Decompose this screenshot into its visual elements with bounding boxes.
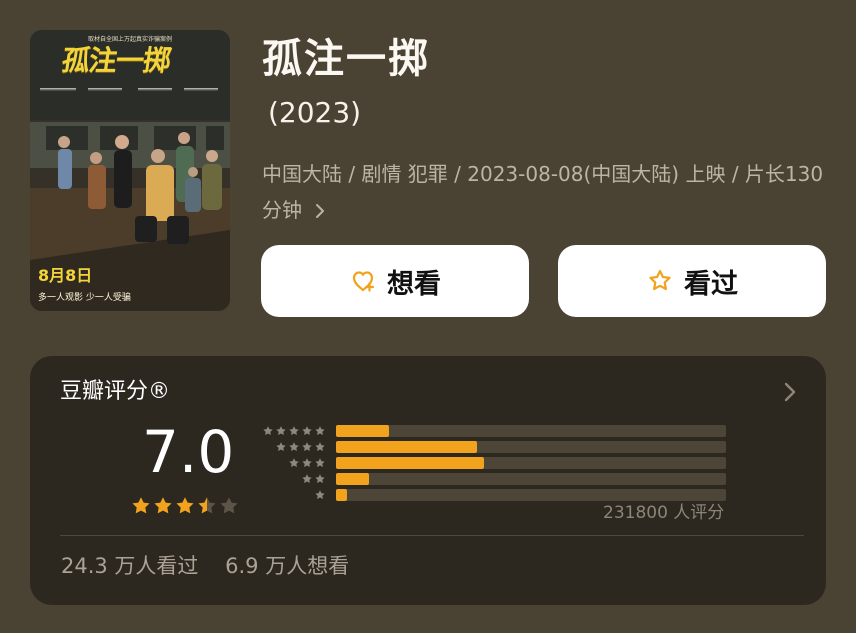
rating-row-2: [256, 473, 726, 485]
watched-button[interactable]: 看过: [558, 245, 826, 317]
poster-title: 孤注一掷: [59, 44, 173, 77]
small-star-icon: [315, 490, 325, 500]
heart-plus-icon: [349, 267, 377, 295]
bottom-stats: 24.3 万人看过 6.9 万人想看: [61, 552, 349, 580]
rating-row-1: [256, 489, 726, 501]
star-filled-icon: [132, 497, 150, 514]
bar-fill: [336, 441, 477, 453]
ratings-count: 231800 人评分: [603, 503, 725, 523]
rating-score: 7.0: [142, 418, 235, 486]
rating-row-5: [256, 425, 726, 437]
star-half-icon: [198, 497, 216, 514]
bar-track: [336, 489, 726, 501]
movie-meta-link[interactable]: 中国大陆 / 剧情 犯罪 / 2023-08-08(中国大陆) 上映 / 片长1…: [262, 156, 832, 230]
poster-release-text: 8月8日: [38, 266, 93, 285]
divider: [60, 535, 804, 536]
summary-stars: [130, 495, 240, 515]
small-star-icon: [289, 426, 299, 436]
small-star-icon: [315, 442, 325, 452]
bar-fill: [336, 425, 390, 437]
bar-fill: [336, 473, 369, 485]
watched-label: 看过: [684, 268, 738, 300]
star-filled-icon: [176, 497, 194, 514]
small-star-icon: [302, 442, 312, 452]
bar-track: [336, 441, 726, 453]
want-count: 6.9 万人想看: [225, 554, 350, 578]
rating-row-3: [256, 457, 726, 469]
movie-meta-text: 中国大陆 / 剧情 犯罪 / 2023-08-08(中国大陆) 上映 / 片长1…: [262, 162, 824, 222]
movie-poster[interactable]: 取材自全国上万起真实诈骗案例 孤注一掷 8月8日 多一人观影 少一人受骗: [30, 30, 230, 311]
stars-1: [314, 489, 326, 501]
bar-track: [336, 425, 726, 437]
bar-track: [336, 457, 726, 469]
small-star-icon: [263, 426, 273, 436]
want-to-watch-button[interactable]: 想看: [261, 245, 529, 317]
poster-tagline: 多一人观影 少一人受骗: [38, 293, 131, 303]
stars-3: [288, 457, 326, 469]
stars-4: [275, 441, 326, 453]
small-star-icon: [289, 442, 299, 452]
small-star-icon: [315, 426, 325, 436]
douban-rating-card[interactable]: 豆瓣评分® 7.0 231800 人评分 24.3 万人看过 6.9 万人想看: [30, 356, 826, 605]
rating-heading: 豆瓣评分®: [60, 379, 171, 404]
small-star-icon: [276, 426, 286, 436]
small-star-icon: [302, 458, 312, 468]
movie-year: (2023): [268, 96, 362, 129]
star-filled-icon: [154, 497, 172, 514]
star-empty-icon: [220, 497, 238, 514]
rating-row-4: [256, 441, 726, 453]
movie-title: 孤注一掷: [262, 36, 430, 82]
stars-2: [301, 473, 326, 485]
small-star-icon: [302, 474, 312, 484]
small-star-icon: [315, 458, 325, 468]
want-to-watch-label: 想看: [387, 268, 441, 300]
small-star-icon: [315, 474, 325, 484]
bar-fill: [336, 457, 485, 469]
poster-top-text: 取材自全国上万起真实诈骗案例: [87, 36, 172, 43]
star-outline-icon: [646, 267, 674, 295]
bar-fill: [336, 489, 347, 501]
small-star-icon: [289, 458, 299, 468]
stars-5: [262, 425, 326, 437]
small-star-icon: [302, 426, 312, 436]
small-star-icon: [276, 442, 286, 452]
chevron-right-icon[interactable]: [782, 380, 798, 404]
bar-track: [336, 473, 726, 485]
watched-count: 24.3 万人看过: [61, 554, 199, 578]
chevron-right-icon: [314, 194, 326, 230]
